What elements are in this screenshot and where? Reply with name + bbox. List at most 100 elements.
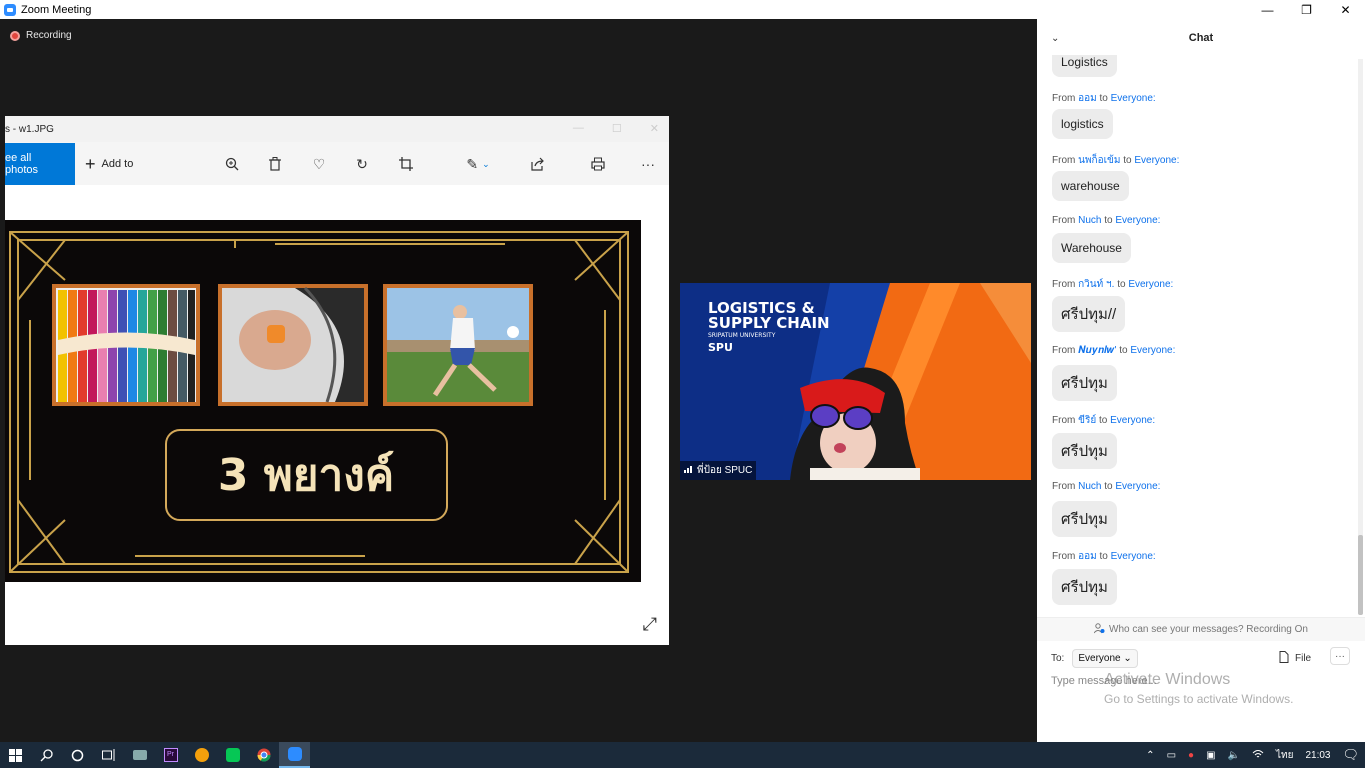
volume-icon[interactable]: 🔈 <box>1228 750 1240 761</box>
photos-minimize-icon: — <box>572 122 584 134</box>
message-bubble: ศรีปทุม// <box>1052 296 1126 332</box>
network-alert-icon[interactable]: ● <box>1188 750 1194 761</box>
fullscreen-icon: ⤢ <box>642 614 657 634</box>
sender-name[interactable]: ออม <box>1078 93 1097 104</box>
window-titlebar: Zoom Meeting — ❐ ✕ <box>0 0 1365 19</box>
plus-icon: + <box>85 153 96 174</box>
recipient-name[interactable]: Everyone: <box>1128 279 1173 290</box>
photos-title: s - w1.JPG <box>5 123 54 135</box>
more-button[interactable]: ··· <box>1330 647 1350 665</box>
message-bubble: ศรีปทุม <box>1052 365 1117 401</box>
zoom-taskbar-icon[interactable] <box>279 742 310 768</box>
tire-photo <box>222 286 364 403</box>
recipient-name[interactable]: Everyone: <box>1110 415 1155 426</box>
file-icon <box>1279 651 1289 666</box>
wifi-icon[interactable] <box>1252 749 1264 762</box>
sender-name[interactable]: Nuch <box>1078 481 1101 492</box>
app-orange-icon[interactable] <box>186 742 217 768</box>
zoom-logo-icon <box>4 3 16 16</box>
photos-toolbar: ee all photos + Add to ♡ ↻ ✎ ⌄ ··· <box>5 142 669 185</box>
photos-maximize-icon: ☐ <box>611 123 622 135</box>
recipient-name[interactable]: Everyone: <box>1115 481 1160 492</box>
pencils-photo <box>56 288 196 402</box>
display-icon[interactable]: ▣ <box>1206 750 1215 761</box>
signal-bars-icon <box>684 465 694 476</box>
slide-image: 3 พยางค์ <box>5 220 641 582</box>
recording-icon <box>10 30 20 41</box>
chrome-icon[interactable] <box>248 742 279 768</box>
chat-messages: Logistics From ออม to Everyone: logistic… <box>1037 55 1355 613</box>
more-options-icon: ··· <box>641 156 655 172</box>
recipient-name[interactable]: Everyone: <box>1111 551 1156 562</box>
sender-name[interactable]: ขีริย์ <box>1078 415 1096 426</box>
recipient-dropdown[interactable]: Everyone ⌄ <box>1072 649 1138 668</box>
notifications-icon[interactable]: 🗨 <box>1342 747 1359 763</box>
sender-name[interactable]: นพก็อเข้ม <box>1078 155 1120 166</box>
recording-indicator[interactable]: Recording <box>10 30 72 41</box>
sender-name[interactable]: Nuch <box>1078 215 1101 226</box>
recipient-name[interactable]: Everyone: <box>1130 345 1175 356</box>
message-header: From ออม to Everyone: <box>1052 551 1156 562</box>
close-button[interactable]: ✕ <box>1326 0 1365 19</box>
football-photo <box>387 288 529 402</box>
message-bubble: logistics <box>1052 109 1113 139</box>
message-header: From ออม to Everyone: <box>1052 93 1156 104</box>
message-header: From Nuch to Everyone: <box>1052 215 1161 226</box>
message-bubble: Logistics <box>1052 55 1117 77</box>
message-header: From นพก็อเข้ม to Everyone: <box>1052 155 1180 166</box>
message-bubble: Warehouse <box>1052 233 1131 263</box>
system-tray: ⌃ ▭ ● ▣ 🔈 ไทย 21:03 🗨 <box>1140 742 1365 768</box>
message-bubble: ศรีปทุม <box>1052 569 1117 605</box>
app-icon[interactable] <box>124 742 155 768</box>
sender-name[interactable]: ออม <box>1078 551 1097 562</box>
sender-name[interactable]: 𝑵𝒖𝒚𝒏𝒍𝒘' <box>1078 345 1116 356</box>
file-button[interactable]: File <box>1279 651 1311 666</box>
banner-logo: SPU <box>708 341 733 354</box>
chat-header: ⌄ Chat <box>1037 19 1365 59</box>
sender-name[interactable]: กวินท์ ฯ. <box>1078 279 1114 290</box>
task-view-icon[interactable] <box>93 742 124 768</box>
participant-name: พี่ป้อย SPUC <box>697 465 753 476</box>
line-icon[interactable] <box>217 742 248 768</box>
privacy-text: Who can see your messages? Recording On <box>1109 624 1308 635</box>
message-bubble: warehouse <box>1052 171 1129 201</box>
recording-label: Recording <box>26 30 72 41</box>
crop-icon <box>397 155 415 173</box>
message-header: From ขีริย์ to Everyone: <box>1052 415 1156 426</box>
scrollbar-thumb[interactable] <box>1358 535 1363 615</box>
windows-start-icon[interactable] <box>0 742 31 768</box>
participant-name-tag: พี่ป้อย SPUC <box>680 461 757 480</box>
to-label: To: <box>1051 653 1065 664</box>
search-icon[interactable] <box>31 742 62 768</box>
recipient-name[interactable]: Everyone: <box>1134 155 1179 166</box>
privacy-notice[interactable]: Who can see your messages? Recording On <box>1037 617 1365 641</box>
recipient-row: To: Everyone ⌄ <box>1051 649 1138 668</box>
file-label: File <box>1295 653 1312 664</box>
battery-icon[interactable]: ▭ <box>1167 750 1176 761</box>
language-indicator[interactable]: ไทย <box>1276 748 1293 763</box>
participant-video[interactable]: LOGISTICS & SUPPLY CHAIN SRIPATUM UNIVER… <box>680 283 1031 480</box>
recipient-name[interactable]: Everyone: <box>1115 215 1160 226</box>
chat-panel: ⌄ Chat Logistics From ออม to Everyone: l… <box>1037 19 1365 742</box>
zoom-icon <box>223 155 241 173</box>
people-icon <box>1093 622 1105 637</box>
recipient-name[interactable]: Everyone: <box>1111 93 1156 104</box>
clock[interactable]: 21:03 <box>1305 750 1330 761</box>
message-header: From 𝑵𝒖𝒚𝒏𝒍𝒘' to Everyone: <box>1052 345 1176 356</box>
chevron-down-icon: ⌄ <box>1123 653 1132 664</box>
chat-title: Chat <box>1188 32 1214 44</box>
shared-photos-window: s - w1.JPG — ☐ ✕ ee all photos + Add to … <box>5 116 669 645</box>
premiere-icon[interactable]: Pr <box>155 742 186 768</box>
message-input[interactable]: Type message here... <box>1051 675 1157 687</box>
minimize-button[interactable]: — <box>1248 0 1287 19</box>
photos-titlebar: s - w1.JPG — ☐ ✕ <box>5 116 669 142</box>
see-all-photos-button: ee all photos <box>5 142 75 185</box>
chevron-up-icon[interactable]: ⌃ <box>1146 750 1154 761</box>
cortana-icon[interactable] <box>62 742 93 768</box>
banner-subtitle: SRIPATUM UNIVERSITY <box>708 332 776 339</box>
add-to-label: Add to <box>101 157 134 170</box>
restore-button[interactable]: ❐ <box>1287 0 1326 19</box>
rotate-icon: ↻ <box>356 155 368 172</box>
window-title: Zoom Meeting <box>21 3 92 16</box>
chat-scrollbar[interactable] <box>1358 59 1363 615</box>
